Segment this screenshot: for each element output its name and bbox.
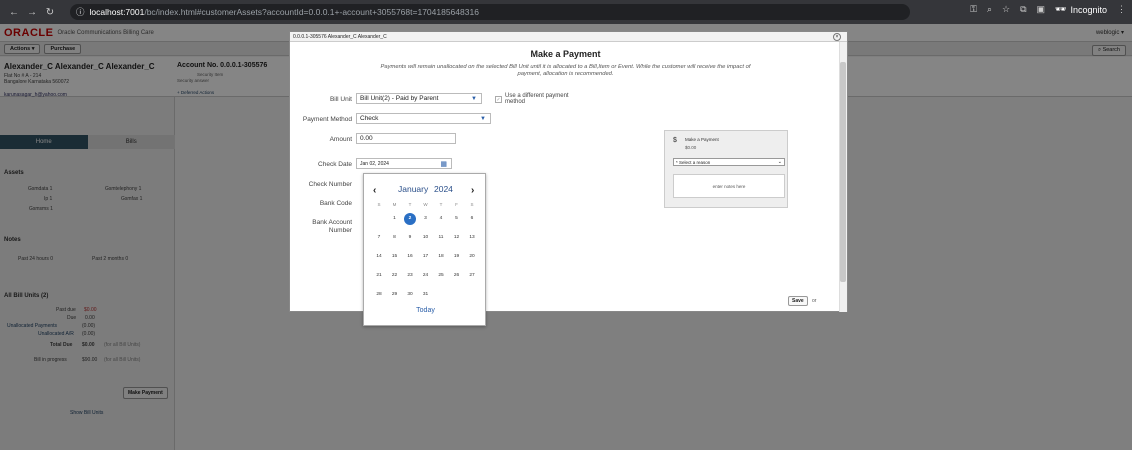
bill-unit-value: Bill Unit(2) - Paid by Parent xyxy=(360,95,439,102)
or-label: or xyxy=(812,298,817,304)
bill-unit-label: Bill Unit xyxy=(329,96,352,103)
amount-input[interactable]: 0.00 xyxy=(356,133,456,144)
calendar-day[interactable]: 8 xyxy=(389,235,401,240)
calendar-day[interactable]: 26 xyxy=(451,273,463,278)
menu-icon[interactable]: ⋮ xyxy=(1117,4,1126,15)
extensions-icon[interactable]: ⧉ xyxy=(1020,4,1026,15)
weekday-header: F xyxy=(455,202,458,207)
date-picker: ‹ January 2024 › S M T W T F S 1 2 3 4 5 6 7 8 9 10 11 12 1… xyxy=(363,173,486,326)
weekday-header: T xyxy=(408,202,412,207)
close-icon[interactable]: × xyxy=(833,33,841,41)
today-button[interactable]: Today xyxy=(364,307,487,314)
summary-title: Make a Payment xyxy=(685,137,719,142)
calendar-day[interactable]: 25 xyxy=(435,273,447,278)
calendar-day[interactable]: 30 xyxy=(404,292,416,297)
reason-select[interactable]: * Select a reason ⌄ xyxy=(673,158,785,166)
chevron-down-icon: ▼ xyxy=(480,116,486,122)
calendar-day[interactable]: 23 xyxy=(404,273,416,278)
calendar-day[interactable]: 24 xyxy=(420,273,432,278)
chevron-down-icon: ▼ xyxy=(471,96,477,102)
url-host: localhost:7001 xyxy=(89,7,145,17)
calendar-icon[interactable]: ▦ xyxy=(440,160,447,170)
key-icon[interactable]: ⚿ xyxy=(970,4,977,15)
calendar-month[interactable]: January xyxy=(398,184,428,194)
scrollbar-thumb[interactable] xyxy=(840,62,846,282)
calendar-day[interactable]: 18 xyxy=(435,254,447,259)
calendar-day-selected[interactable]: 2 xyxy=(404,213,416,225)
browser-toolbar: ← → ↻ ⓘ localhost:7001/bc/index.html#cus… xyxy=(0,0,1132,24)
calendar-day[interactable]: 17 xyxy=(420,254,432,259)
use-different-checkbox[interactable]: ✓ xyxy=(495,96,502,103)
dialog-title: 0.0.0.1-305576 Alexander_C Alexander_C xyxy=(290,32,847,42)
url-path: /bc/index.html#customerAssets?accountId=… xyxy=(144,7,479,17)
star-icon[interactable]: ☆ xyxy=(1002,4,1010,15)
weekday-header: S xyxy=(470,202,474,207)
calendar-year[interactable]: 2024 xyxy=(434,184,453,194)
payment-method-select[interactable]: Check ▼ xyxy=(356,113,491,124)
calendar-day[interactable]: 3 xyxy=(420,216,432,221)
weekday-header: M xyxy=(392,202,397,207)
calendar-day[interactable]: 29 xyxy=(389,292,401,297)
zoom-icon[interactable]: ⌕ xyxy=(987,4,992,15)
calendar-day[interactable]: 13 xyxy=(466,235,478,240)
calendar-day[interactable]: 15 xyxy=(389,254,401,259)
check-date-input[interactable]: Jan 02, 2024 ▦ xyxy=(356,158,452,169)
notes-textarea[interactable]: enter notes here xyxy=(673,174,785,198)
address-bar[interactable]: ⓘ localhost:7001/bc/index.html#customerA… xyxy=(70,4,910,20)
payment-method-value: Check xyxy=(360,115,379,122)
calendar-day[interactable]: 1 xyxy=(389,216,401,221)
payment-summary-panel: $ Make a Payment $0.00 * Select a reason… xyxy=(664,130,788,208)
calendar-day[interactable]: 31 xyxy=(420,292,432,297)
bank-code-label: Bank Code xyxy=(319,200,352,207)
dollar-icon: $ xyxy=(673,137,677,144)
next-month-icon[interactable]: › xyxy=(471,185,474,196)
reason-placeholder: * Select a reason xyxy=(676,160,711,165)
payment-description: Payments will remain unallocated on the … xyxy=(380,64,751,77)
prev-month-icon[interactable]: ‹ xyxy=(373,185,376,196)
site-info-icon[interactable]: ⓘ xyxy=(76,6,85,18)
payment-heading: Make a Payment xyxy=(530,49,601,59)
sidepanel-icon[interactable]: ▣ xyxy=(1037,4,1046,15)
weekday-header: S xyxy=(377,202,381,207)
incognito-icon: 🕶 xyxy=(1055,4,1067,14)
weekday-header: W xyxy=(423,202,428,207)
bank-account-label: Bank Account Number xyxy=(312,219,352,234)
calendar-day[interactable]: 14 xyxy=(373,254,385,259)
incognito-badge[interactable]: 🕶 Incognito xyxy=(1055,4,1107,15)
calendar-day[interactable]: 5 xyxy=(451,216,463,221)
check-date-value: Jan 02, 2024 xyxy=(360,161,389,167)
calendar-day[interactable]: 19 xyxy=(451,254,463,259)
forward-icon[interactable]: → xyxy=(24,7,40,18)
check-number-label: Check Number xyxy=(308,181,352,188)
calendar-day[interactable]: 9 xyxy=(404,235,416,240)
reload-icon[interactable]: ↻ xyxy=(42,7,58,18)
calendar-day[interactable]: 12 xyxy=(451,235,463,240)
calendar-day[interactable]: 6 xyxy=(466,216,478,221)
dialog-scrollbar[interactable] xyxy=(839,42,847,312)
summary-amount: $0.00 xyxy=(685,145,697,150)
back-icon[interactable]: ← xyxy=(6,7,22,18)
check-date-label: Check Date xyxy=(318,161,352,168)
calendar-day[interactable]: 21 xyxy=(373,273,385,278)
calendar-day[interactable]: 22 xyxy=(389,273,401,278)
use-different-label: Use a different payment method xyxy=(505,93,569,105)
calendar-day[interactable]: 16 xyxy=(404,254,416,259)
chevron-down-icon: ⌄ xyxy=(777,159,782,165)
payment-method-label: Payment Method xyxy=(302,116,352,123)
calendar-day[interactable]: 7 xyxy=(373,235,385,240)
calendar-day[interactable]: 28 xyxy=(373,292,385,297)
calendar-day[interactable]: 10 xyxy=(420,235,432,240)
calendar-day[interactable]: 4 xyxy=(435,216,447,221)
bill-unit-select[interactable]: Bill Unit(2) - Paid by Parent ▼ xyxy=(356,93,482,104)
weekday-header: T xyxy=(439,202,443,207)
calendar-day[interactable]: 11 xyxy=(435,235,447,240)
save-button[interactable]: Save xyxy=(788,296,808,306)
calendar-day[interactable]: 20 xyxy=(466,254,478,259)
incognito-label: Incognito xyxy=(1070,4,1107,15)
amount-label: Amount xyxy=(329,136,352,143)
calendar-day[interactable]: 27 xyxy=(466,273,478,278)
